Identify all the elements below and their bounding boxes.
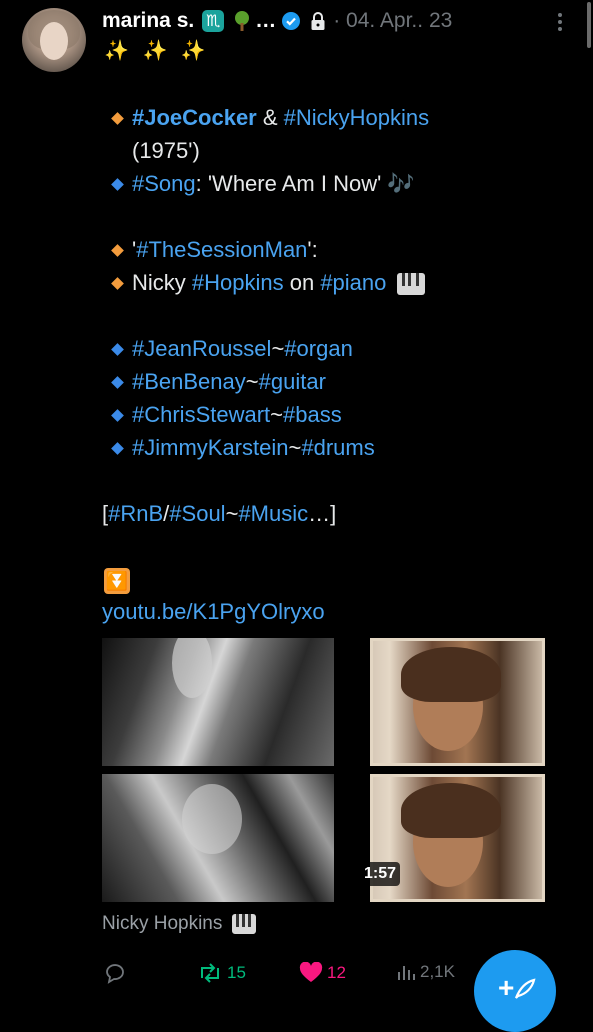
hashtag-song[interactable]: #Song <box>132 171 196 196</box>
hashtag-bass[interactable]: #bass <box>283 402 342 427</box>
hashtag-nickyhopkins[interactable]: #NickyHopkins <box>284 105 430 130</box>
hashtag-benbenay[interactable]: #BenBenay <box>132 369 246 394</box>
hashtag-piano[interactable]: #piano <box>320 270 386 295</box>
hashtag-jeanroussel[interactable]: #JeanRoussel <box>132 336 271 361</box>
video-thumbnail-1[interactable] <box>102 638 334 766</box>
views-button[interactable]: 2,1K <box>396 962 455 982</box>
tilde: ~ <box>271 336 285 361</box>
piano-icon <box>396 273 425 296</box>
tilde: ~ <box>225 501 239 526</box>
year-text: (1975') <box>132 138 200 163</box>
video-duration-badge: 1:57 <box>360 862 401 886</box>
more-options-icon[interactable] <box>551 10 569 34</box>
piano-icon <box>232 914 257 934</box>
song-title-text: : 'Where Am I Now' <box>195 171 388 196</box>
body-line-8: #ChrisStewart~#bass <box>104 399 342 431</box>
hashtag-hopkins[interactable]: #Hopkins <box>192 270 284 295</box>
retweet-count: 15 <box>227 963 246 982</box>
hashtag-jimmykarstein[interactable]: #JimmyKarstein <box>132 435 288 460</box>
blue-diamond-icon <box>111 442 124 455</box>
scorpio-icon: ♏ <box>202 10 225 32</box>
bracket-close: …] <box>308 501 337 526</box>
avatar[interactable] <box>22 8 86 72</box>
thumb-figure <box>172 638 212 698</box>
orange-diamond-icon <box>111 112 124 125</box>
thumb-hair <box>401 647 501 702</box>
thumb-hair <box>401 783 501 838</box>
body-line-11: ⏬ <box>104 564 130 596</box>
lock-icon <box>309 11 327 31</box>
body-line-3: #Song: 'Where Am I Now' 🎶 <box>104 168 415 200</box>
orange-diamond-icon <box>111 277 124 290</box>
media-caption: Nicky Hopkins <box>102 913 257 935</box>
hashtag-rnb[interactable]: #RnB <box>108 501 163 526</box>
verified-badge-icon[interactable] <box>281 11 301 31</box>
hashtag-drums[interactable]: #drums <box>301 435 374 460</box>
post-date[interactable]: · 04. Apr.. 23 <box>333 9 452 33</box>
quote-close: ': <box>307 237 318 262</box>
author-name[interactable]: marina s. <box>102 9 194 33</box>
text-nicky: Nicky <box>132 270 192 295</box>
tilde: ~ <box>288 435 302 460</box>
sparkles-emoji: ✨ ✨ ✨ <box>104 40 210 62</box>
video-thumbnail-grid[interactable] <box>102 638 545 902</box>
name-ellipsis: … <box>255 9 277 32</box>
like-count: 12 <box>327 963 346 982</box>
hashtag-guitar[interactable]: #guitar <box>259 369 326 394</box>
hashtag-music[interactable]: #Music <box>238 501 308 526</box>
views-chart-icon <box>398 966 415 980</box>
body-line-7: #BenBenay~#guitar <box>104 366 326 398</box>
retweet-button[interactable]: 15 <box>197 962 246 984</box>
body-line-4: '#TheSessionMan': <box>104 234 318 266</box>
music-notes-icon: 🎶 <box>387 171 415 196</box>
video-thumbnail-2[interactable] <box>370 638 545 766</box>
down-arrow-icon: ⏬ <box>104 568 130 594</box>
reply-button[interactable] <box>104 962 126 984</box>
body-line-12: youtu.be/K1PgYOlryxo <box>102 596 325 628</box>
text-on: on <box>283 270 321 295</box>
compose-button[interactable]: + <box>474 950 556 1032</box>
blue-diamond-icon <box>111 178 124 191</box>
youtube-link[interactable]: youtu.be/K1PgYOlryxo <box>102 599 325 624</box>
body-line-10: [#RnB/#Soul~#Music…] <box>102 498 336 530</box>
tilde: ~ <box>270 402 284 427</box>
hashtag-soul[interactable]: #Soul <box>169 501 225 526</box>
hashtag-organ[interactable]: #organ <box>284 336 353 361</box>
thumb-figure <box>182 784 242 854</box>
body-line-9: #JimmyKarstein~#drums <box>104 432 375 464</box>
avatar-face <box>40 22 68 60</box>
like-button[interactable]: 12 <box>299 962 346 984</box>
post-header: marina s. ♏ … · 04. Apr.. 23 <box>102 6 452 36</box>
video-thumbnail-3[interactable] <box>102 774 334 902</box>
media-caption-text: Nicky Hopkins <box>102 913 223 934</box>
tilde: ~ <box>245 369 259 394</box>
heart-icon <box>299 962 323 982</box>
reply-icon <box>106 964 124 984</box>
feather-icon <box>514 978 536 999</box>
hashtag-thesessionman[interactable]: #TheSessionMan <box>136 237 307 262</box>
body-line-2: (1975') <box>132 135 200 167</box>
blue-diamond-icon <box>111 409 124 422</box>
retweet-icon <box>201 963 219 983</box>
scrollbar-thumb[interactable] <box>587 2 591 48</box>
body-line-6: #JeanRoussel~#organ <box>104 333 353 365</box>
blue-diamond-icon <box>111 343 124 356</box>
body-line-1: #JoeCocker & #NickyHopkins <box>104 102 429 134</box>
tree-icon <box>230 9 254 33</box>
views-count: 2,1K <box>420 962 455 981</box>
hashtag-chrisstewart[interactable]: #ChrisStewart <box>132 402 270 427</box>
orange-diamond-icon <box>111 244 124 257</box>
blue-diamond-icon <box>111 376 124 389</box>
text-ampersand: & <box>256 105 284 130</box>
body-line-5: Nicky #Hopkins on #piano <box>104 267 425 299</box>
hashtag-joecocker[interactable]: #JoeCocker <box>132 105 257 130</box>
